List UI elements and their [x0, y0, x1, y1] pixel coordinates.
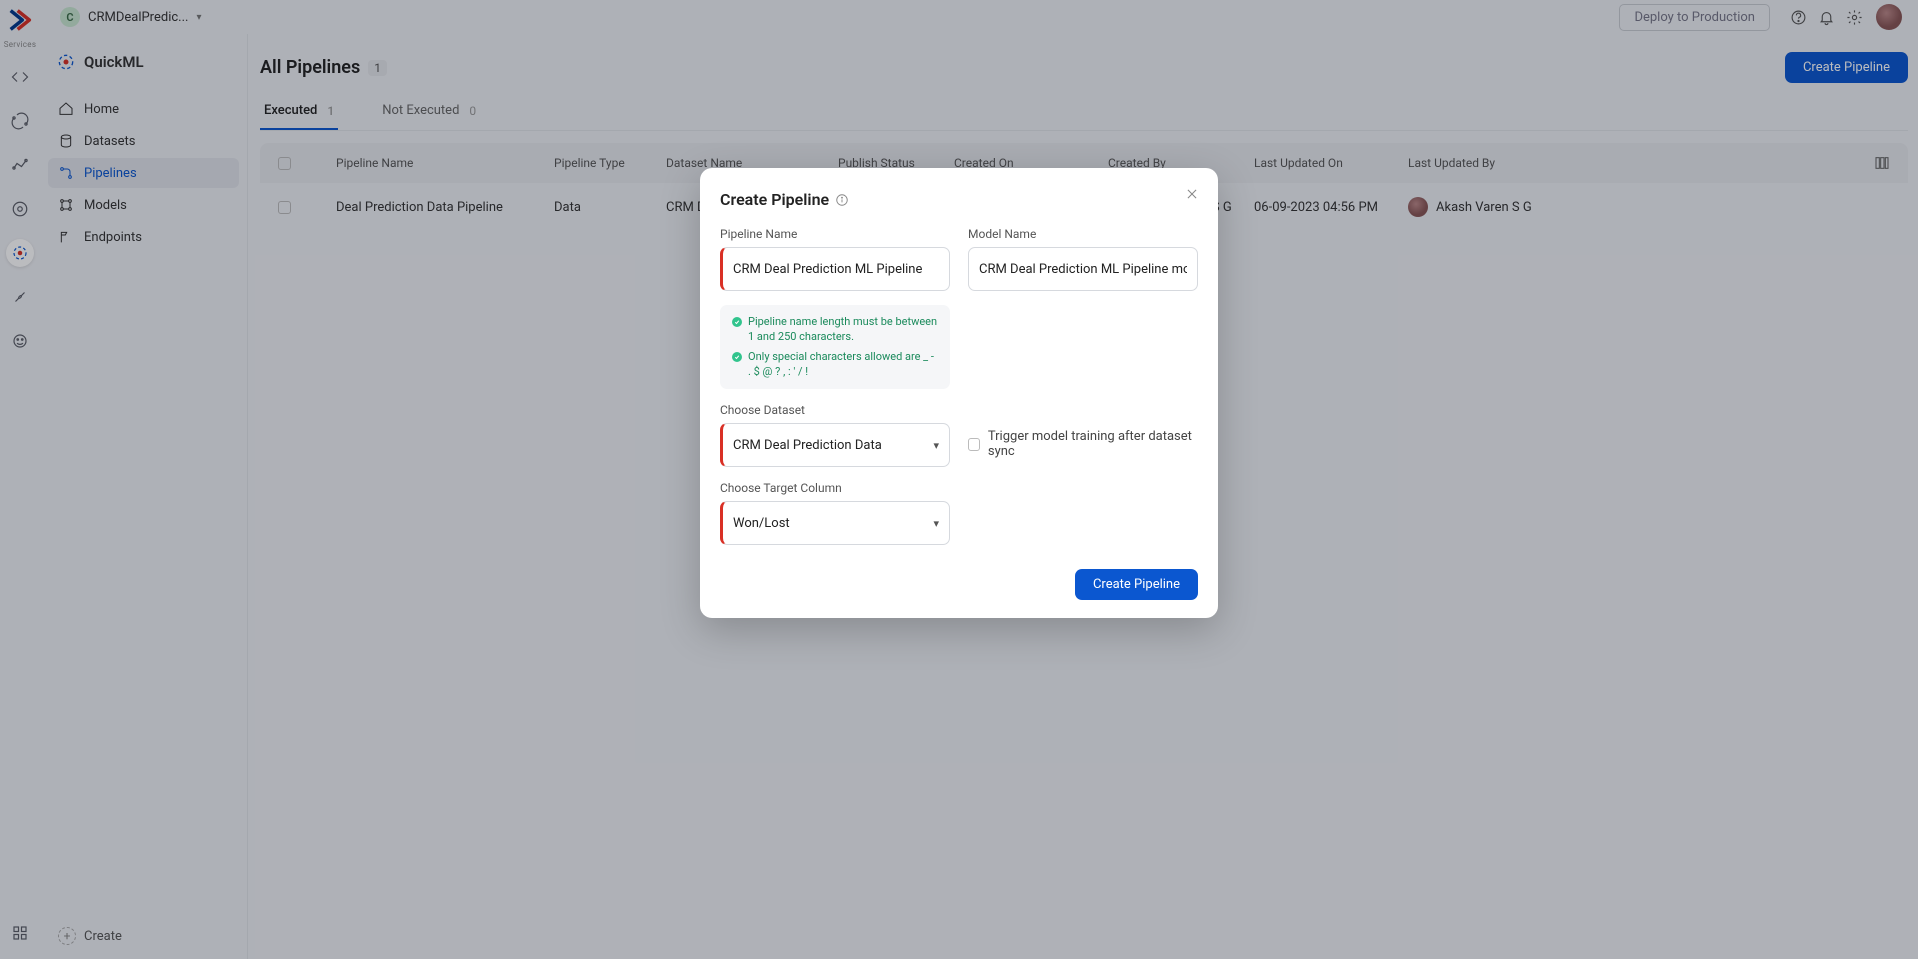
validation-box: Pipeline name length must be between 1 a…: [720, 305, 950, 389]
check-icon: [732, 317, 742, 327]
chevron-down-icon: ▾: [933, 439, 939, 452]
target-select[interactable]: Won/Lost ▾: [720, 501, 950, 545]
trigger-label: Trigger model training after dataset syn…: [988, 429, 1198, 459]
chevron-down-icon: ▾: [933, 517, 939, 530]
model-name-input[interactable]: [968, 247, 1198, 291]
choose-target-label: Choose Target Column: [720, 481, 950, 495]
modal-title: Create Pipeline: [720, 190, 1198, 209]
info-icon[interactable]: [835, 193, 849, 207]
trigger-checkbox[interactable]: [968, 438, 980, 451]
pipeline-name-input[interactable]: [720, 247, 950, 291]
pipeline-name-label: Pipeline Name: [720, 227, 950, 241]
modal-create-pipeline-button[interactable]: Create Pipeline: [1075, 569, 1198, 600]
close-icon[interactable]: [1182, 184, 1202, 204]
modal-overlay[interactable]: Create Pipeline Pipeline Name Model Name…: [0, 0, 1918, 959]
dataset-select[interactable]: CRM Deal Prediction Data ▾: [720, 423, 950, 467]
model-name-label: Model Name: [968, 227, 1198, 241]
check-icon: [732, 352, 742, 362]
choose-dataset-label: Choose Dataset: [720, 403, 950, 417]
create-pipeline-modal: Create Pipeline Pipeline Name Model Name…: [700, 168, 1218, 618]
